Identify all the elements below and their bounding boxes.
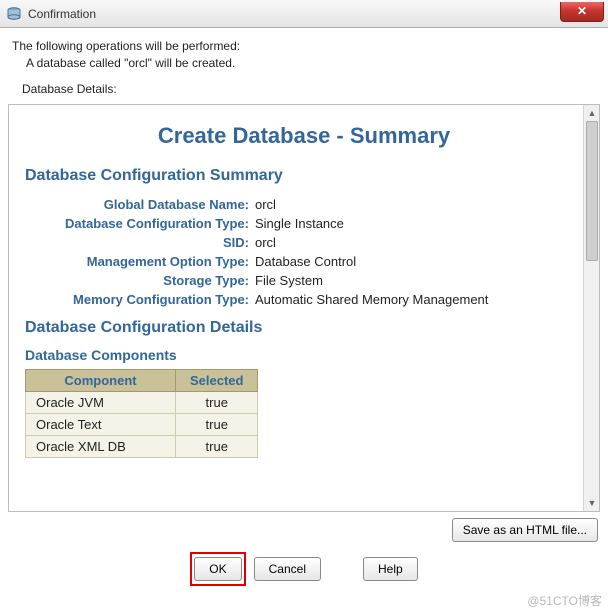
close-button[interactable]: ✕ bbox=[560, 2, 604, 22]
ok-highlight-box: OK bbox=[190, 552, 245, 586]
scroll-down-icon[interactable]: ▼ bbox=[584, 495, 600, 511]
config-label: Global Database Name: bbox=[25, 197, 255, 212]
save-row: Save as an HTML file... bbox=[0, 512, 608, 542]
config-value: Automatic Shared Memory Management bbox=[255, 292, 488, 307]
section-config-details: Database Configuration Details bbox=[25, 319, 583, 337]
config-value: orcl bbox=[255, 197, 276, 212]
details-label: Database Details: bbox=[0, 76, 608, 102]
config-row: Database Configuration Type:Single Insta… bbox=[25, 214, 583, 233]
save-html-button[interactable]: Save as an HTML file... bbox=[452, 518, 598, 542]
config-row: SID:orcl bbox=[25, 233, 583, 252]
details-content: Create Database - Summary Database Confi… bbox=[9, 105, 599, 511]
intro-line1: The following operations will be perform… bbox=[12, 38, 596, 55]
table-row: Oracle Texttrue bbox=[26, 413, 258, 435]
config-row: Storage Type:File System bbox=[25, 271, 583, 290]
table-header-component: Component bbox=[26, 369, 176, 391]
button-row: OK Cancel Help bbox=[0, 542, 608, 586]
table-header-selected: Selected bbox=[176, 369, 258, 391]
scroll-up-icon[interactable]: ▲ bbox=[584, 105, 600, 121]
watermark: @51CTO博客 bbox=[527, 592, 602, 609]
config-label: Database Configuration Type: bbox=[25, 216, 255, 231]
selected-cell: true bbox=[176, 391, 258, 413]
config-row: Global Database Name:orcl bbox=[25, 195, 583, 214]
vertical-scrollbar[interactable]: ▲ ▼ bbox=[583, 105, 599, 511]
app-icon bbox=[6, 6, 22, 22]
selected-cell: true bbox=[176, 435, 258, 457]
titlebar: Confirmation ✕ bbox=[0, 0, 608, 28]
config-row: Memory Configuration Type:Automatic Shar… bbox=[25, 290, 583, 309]
config-row: Management Option Type:Database Control bbox=[25, 252, 583, 271]
intro-text: The following operations will be perform… bbox=[0, 28, 608, 76]
config-value: File System bbox=[255, 273, 323, 288]
config-value: Database Control bbox=[255, 254, 356, 269]
config-label: Memory Configuration Type: bbox=[25, 292, 255, 307]
page-title: Create Database - Summary bbox=[25, 123, 583, 149]
component-cell: Oracle XML DB bbox=[26, 435, 176, 457]
config-label: Management Option Type: bbox=[25, 254, 255, 269]
table-row: Oracle JVMtrue bbox=[26, 391, 258, 413]
config-label: SID: bbox=[25, 235, 255, 250]
config-value: Single Instance bbox=[255, 216, 344, 231]
help-button[interactable]: Help bbox=[363, 557, 418, 581]
scroll-thumb[interactable] bbox=[586, 121, 598, 261]
intro-line2: A database called "orcl" will be created… bbox=[12, 55, 596, 72]
config-value: orcl bbox=[255, 235, 276, 250]
subsection-components: Database Components bbox=[25, 347, 583, 363]
section-config-summary: Database Configuration Summary bbox=[25, 167, 583, 185]
window-title: Confirmation bbox=[28, 7, 96, 21]
details-frame: Create Database - Summary Database Confi… bbox=[8, 104, 600, 512]
component-cell: Oracle Text bbox=[26, 413, 176, 435]
components-table: Component Selected Oracle JVMtrueOracle … bbox=[25, 369, 258, 458]
cancel-button[interactable]: Cancel bbox=[254, 557, 321, 581]
component-cell: Oracle JVM bbox=[26, 391, 176, 413]
table-row: Oracle XML DBtrue bbox=[26, 435, 258, 457]
config-label: Storage Type: bbox=[25, 273, 255, 288]
selected-cell: true bbox=[176, 413, 258, 435]
ok-button[interactable]: OK bbox=[194, 557, 241, 581]
close-icon: ✕ bbox=[577, 4, 587, 18]
